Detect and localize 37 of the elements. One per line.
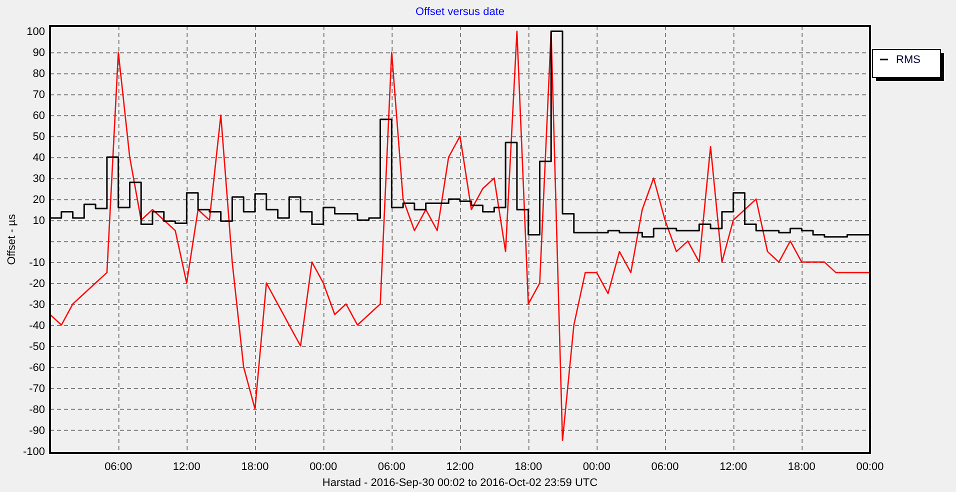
y-tick-label: -80 (29, 404, 45, 416)
y-tick-label: 10 (32, 215, 45, 228)
y-tick-label: -60 (29, 362, 45, 374)
y-axis-title: Offset - µs (6, 214, 18, 265)
y-tick-label: -40 (29, 320, 45, 332)
y-tick-label: 60 (32, 110, 45, 122)
y-tick-label: 50 (32, 131, 45, 144)
y-tick-label: -90 (29, 424, 45, 437)
x-tick-label: 18:00 (514, 461, 542, 473)
x-tick-label: 00:00 (310, 461, 338, 473)
y-tick-label: 90 (32, 47, 45, 60)
y-tick-label: 70 (32, 89, 45, 102)
x-tick-label: 06:00 (651, 461, 679, 473)
legend-box (872, 49, 941, 78)
x-tick-label: 12:00 (172, 461, 200, 473)
y-tick-label: -20 (29, 278, 45, 290)
x-axis-title: Harstad - 2016-Sep-30 00:02 to 2016-Oct-02 23:59 UTC (322, 477, 598, 489)
y-tick-label: -100 (22, 446, 45, 458)
y-tick-label: -30 (29, 299, 45, 312)
y-tick-label: 100 (26, 26, 45, 38)
y-tick-label: -70 (29, 382, 45, 395)
y-tick-label: 80 (32, 68, 45, 80)
x-tick-label: 18:00 (788, 461, 816, 473)
x-tick-label: 00:00 (856, 461, 884, 473)
x-tick-label: 06:00 (104, 461, 132, 473)
x-tick-label: 06:00 (378, 461, 406, 473)
y-tick-label: 30 (32, 173, 45, 186)
x-tick-label: 12:00 (720, 461, 748, 473)
x-tick-label: 12:00 (446, 461, 474, 473)
x-tick-label: 18:00 (241, 461, 269, 473)
y-tick-label: -10 (29, 257, 45, 270)
legend-label: RMS (896, 54, 920, 66)
y-tick-label: 20 (32, 194, 45, 206)
x-tick-label: 00:00 (582, 461, 610, 473)
y-tick-label: 40 (32, 152, 45, 164)
chart-title: Offset versus date (415, 6, 505, 18)
y-tick-label: -50 (29, 341, 45, 353)
